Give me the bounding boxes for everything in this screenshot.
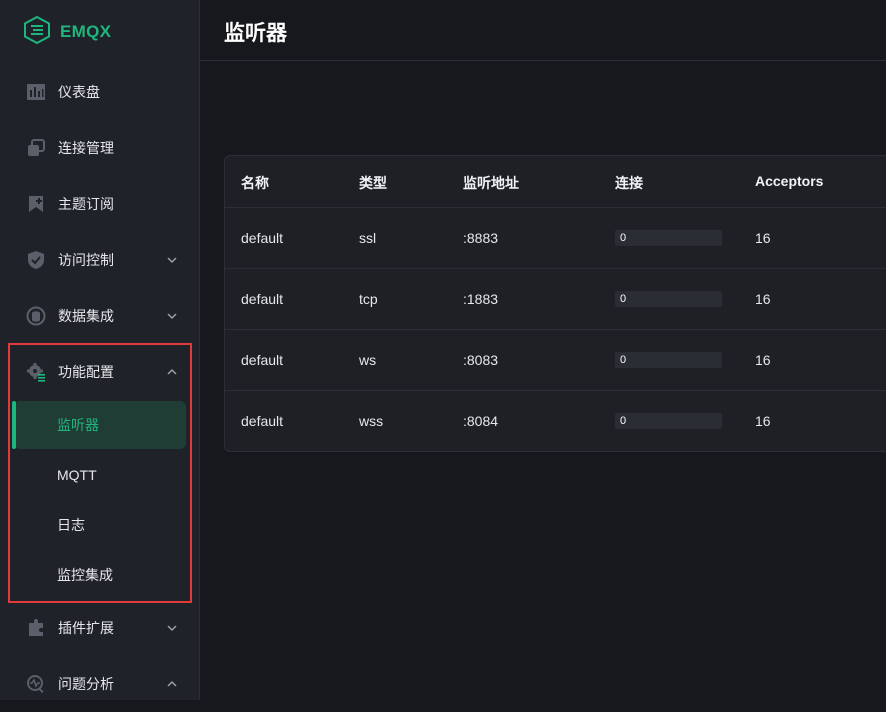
brand[interactable]: EMQX — [24, 15, 112, 49]
cell-name: default — [241, 352, 284, 368]
sidebar-item-dashboard[interactable]: 仪表盘 — [0, 64, 199, 120]
column-header-address: 监听地址 — [463, 175, 519, 191]
active-indicator — [12, 401, 16, 449]
table-row[interactable]: default ws :8083 0 16 — [225, 330, 886, 391]
cell-address: :8083 — [463, 352, 499, 368]
sidebar-item-diagnostics[interactable]: 问题分析 — [0, 656, 199, 712]
data-integration-icon — [26, 306, 46, 326]
sidebar-item-label: 问题分析 — [58, 676, 114, 692]
cell-acceptors: 16 — [755, 291, 771, 307]
brand-name: EMQX — [60, 22, 112, 41]
chevron-up-icon — [165, 677, 179, 691]
column-header-name: 名称 — [241, 175, 269, 191]
table-row[interactable]: default wss :8084 0 16 — [225, 391, 886, 451]
column-header-connections: 连接 — [615, 175, 643, 191]
header: 监听器 — [200, 0, 886, 61]
sidebar-item-subscriptions[interactable]: 主题订阅 — [0, 176, 199, 232]
shield-icon — [26, 250, 46, 270]
sidebar-subitem-mqtt[interactable]: MQTT — [14, 451, 186, 499]
sidebar-item-label: 主题订阅 — [58, 196, 114, 212]
chevron-down-icon — [165, 309, 179, 323]
column-header-acceptors: Acceptors — [755, 173, 824, 189]
chevron-up-icon — [165, 365, 179, 379]
connections-progress: 0 — [615, 352, 722, 368]
connections-count: 0 — [620, 293, 627, 305]
sidebar-subitem-listeners[interactable]: 监听器 — [12, 401, 186, 449]
plugin-icon — [26, 618, 46, 638]
cell-address: :1883 — [463, 291, 499, 307]
sidebar-item-configuration[interactable]: 功能配置 — [0, 344, 199, 400]
chevron-down-icon — [165, 621, 179, 635]
settings-icon — [26, 362, 46, 382]
sidebar-item-label: 插件扩展 — [58, 620, 114, 636]
connections-count: 0 — [620, 415, 627, 427]
column-header-type: 类型 — [359, 175, 387, 191]
sidebar-subitem-monitoring[interactable]: 监控集成 — [14, 551, 186, 599]
cell-name: default — [241, 413, 284, 429]
listeners-table: 名称 类型 监听地址 连接 Acceptors default ssl :888… — [224, 155, 886, 452]
table-row[interactable]: default tcp :1883 0 16 — [225, 269, 886, 330]
sidebar-item-label: 仪表盘 — [58, 84, 100, 100]
cell-type: ws — [359, 352, 377, 368]
sidebar-item-data-integration[interactable]: 数据集成 — [0, 288, 199, 344]
cell-acceptors: 16 — [755, 413, 771, 429]
emqx-logo-icon — [24, 15, 50, 49]
sidebar-subitem-label: 监控集成 — [57, 567, 113, 583]
subscribe-icon — [26, 194, 46, 214]
cell-acceptors: 16 — [755, 352, 771, 368]
table-header: 名称 类型 监听地址 连接 Acceptors — [225, 156, 886, 208]
connections-count: 0 — [620, 354, 627, 366]
cell-address: :8084 — [463, 413, 499, 429]
sidebar-item-label: 连接管理 — [58, 140, 114, 156]
cell-acceptors: 16 — [755, 230, 771, 246]
sidebar-item-label: 数据集成 — [58, 308, 114, 324]
sidebar-item-connections[interactable]: 连接管理 — [0, 120, 199, 176]
cell-name: default — [241, 291, 284, 307]
connections-progress: 0 — [615, 230, 722, 246]
sidebar-item-label: 访问控制 — [58, 252, 114, 268]
sidebar-item-access-control[interactable]: 访问控制 — [0, 232, 199, 288]
chevron-down-icon — [165, 253, 179, 267]
dashboard-icon — [26, 82, 46, 102]
sidebar-subitem-label: 日志 — [57, 517, 85, 533]
diagnose-icon — [26, 674, 46, 694]
connections-count: 0 — [620, 232, 627, 244]
connections-progress: 0 — [615, 413, 722, 429]
sidebar-subitem-log[interactable]: 日志 — [14, 501, 186, 549]
connections-progress: 0 — [615, 291, 722, 307]
cell-type: wss — [359, 413, 384, 429]
sidebar-subitem-label: 监听器 — [57, 417, 99, 433]
cell-name: default — [241, 230, 284, 246]
cell-type: tcp — [359, 291, 378, 307]
sidebar: EMQX 仪表盘 连接管理 主题订阅 访问控制 数据集成 功能配置 监听器 MQ… — [0, 0, 200, 700]
sidebar-item-plugins[interactable]: 插件扩展 — [0, 600, 199, 656]
table-row[interactable]: default ssl :8883 0 16 — [225, 208, 886, 269]
page-title: 监听器 — [224, 22, 287, 45]
cell-address: :8883 — [463, 230, 499, 246]
sidebar-subitem-label: MQTT — [57, 467, 97, 483]
sidebar-item-label: 功能配置 — [58, 364, 114, 380]
connections-icon — [26, 138, 46, 158]
cell-type: ssl — [359, 230, 377, 246]
